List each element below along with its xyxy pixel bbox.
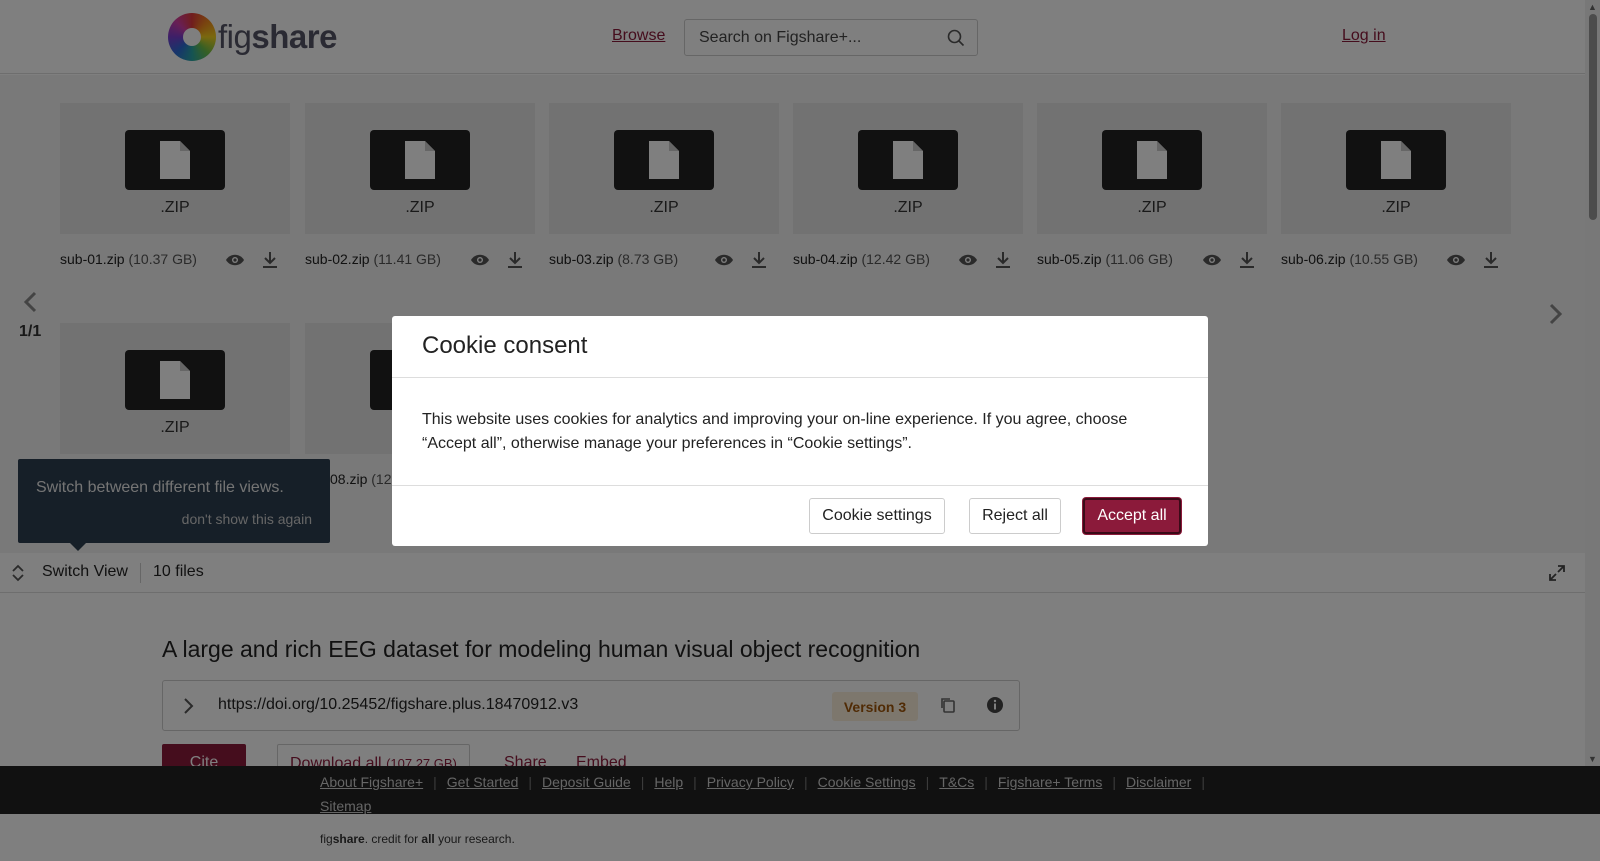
divider [392,377,1208,378]
modal-body-text: This website uses cookies for analytics … [422,411,1128,452]
accept-all-button[interactable]: Accept all [1083,498,1181,534]
cookie-settings-button[interactable]: Cookie settings [809,498,945,534]
reject-all-button[interactable]: Reject all [969,498,1061,534]
cookie-consent-dialog: Cookie consent This website uses cookies… [392,316,1208,546]
divider [392,485,1208,486]
modal-title: Cookie consent [422,332,588,359]
